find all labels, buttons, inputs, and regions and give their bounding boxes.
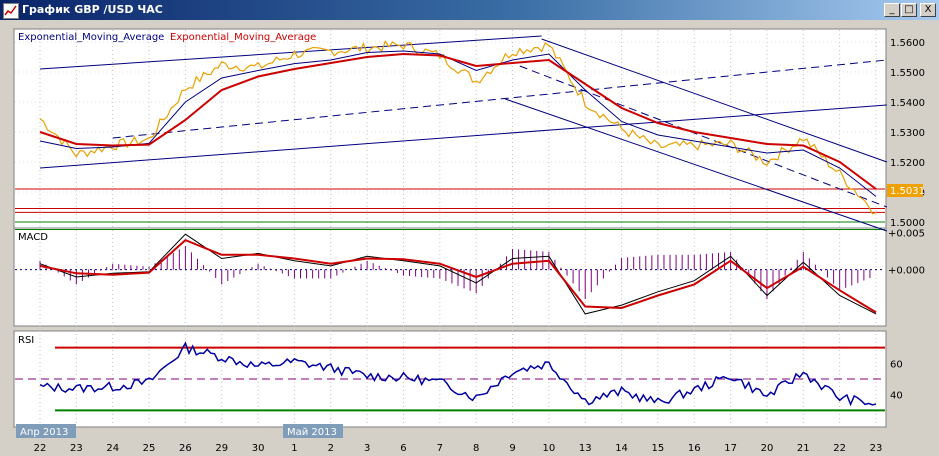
price-y-tick-label: 1.5000 — [890, 218, 925, 229]
x-tick-label: 2 — [328, 443, 334, 454]
minimize-button[interactable]: _ — [884, 3, 900, 17]
x-tick-label: 24 — [106, 443, 119, 454]
x-tick-label: 23 — [870, 443, 883, 454]
macd-y-tick-label: +0.000 — [888, 266, 925, 277]
x-tick-label: 29 — [215, 443, 228, 454]
price-y-tick-label: 1.5300 — [890, 128, 925, 139]
legend-ema-slow: Exponential_Moving_Average — [170, 32, 316, 43]
x-tick-label: 7 — [437, 443, 443, 454]
x-tick-label: 9 — [509, 443, 515, 454]
x-tick-label: 22 — [833, 443, 846, 454]
rsi-label: RSI — [18, 335, 34, 346]
x-tick-label: 13 — [579, 443, 592, 454]
month-label-may: Май 2013 — [287, 427, 337, 438]
month-label-apr: Апр 2013 — [20, 427, 68, 438]
x-tick-label: 6 — [400, 443, 406, 454]
x-tick-label: 20 — [761, 443, 774, 454]
chart-canvas: 22 23 24 25 26 29 30 1 2 3 6 7 8 9 10 13 14 15 16 17 20 21 22 2… — [13, 28, 925, 454]
close-button[interactable]: X — [920, 3, 936, 17]
legend-ema-fast: Exponential_Moving_Average — [18, 32, 164, 43]
price-y-tick-label: 1.5500 — [890, 68, 925, 79]
window-title: График GBP /USD ЧАС — [22, 3, 163, 16]
x-tick-label: 10 — [543, 443, 556, 454]
x-tick-label: 21 — [797, 443, 810, 454]
x-tick-label: 22 — [34, 443, 47, 454]
macd-label: MACD — [18, 232, 48, 243]
price-y-tick-label: 1.5400 — [890, 98, 925, 109]
x-tick-label: 3 — [364, 443, 370, 454]
price-y-tick-label: 1.5600 — [890, 38, 925, 49]
x-tick-label: 17 — [724, 443, 737, 454]
rsi-y-tick-label: 40 — [890, 391, 903, 402]
rsi-y-tick-label: 60 — [890, 359, 903, 370]
title-bar[interactable]: График GBP /USD ЧАС _ □ X — [0, 0, 939, 20]
x-tick-label: 16 — [688, 443, 701, 454]
chart-app-icon — [3, 3, 19, 19]
x-tick-label: 14 — [615, 443, 628, 454]
x-tick-label: 26 — [179, 443, 192, 454]
price-y-tick-label: 1.5200 — [890, 158, 925, 169]
x-tick-label: 23 — [70, 443, 83, 454]
x-tick-label: 15 — [652, 443, 665, 454]
x-tick-label: 25 — [143, 443, 156, 454]
maximize-button[interactable]: □ — [901, 3, 917, 17]
x-tick-label: 1 — [291, 443, 297, 454]
x-tick-label: 8 — [473, 443, 479, 454]
current-price-value: 1.5031 — [890, 186, 925, 197]
x-tick-label: 30 — [252, 443, 265, 454]
macd-y-tick-label: +0.005 — [888, 229, 925, 240]
chart-window: График GBP /USD ЧАС _ □ X 22 23 24 25 26 29 30… — [0, 0, 939, 456]
